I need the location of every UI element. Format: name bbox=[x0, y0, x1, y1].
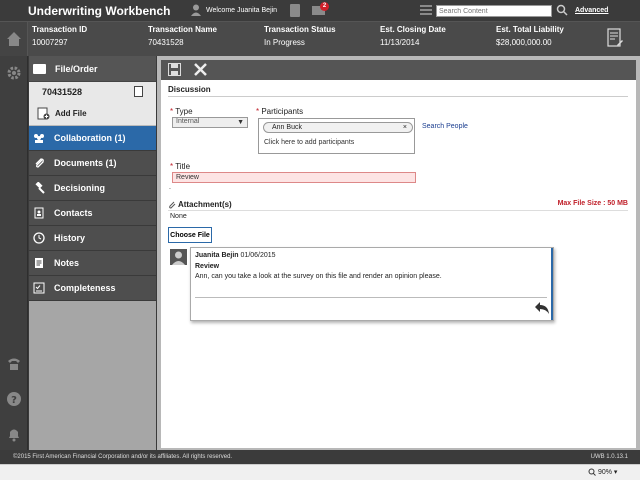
est-total-liability: Est. Total Liability $28,000,000.00 bbox=[496, 25, 564, 47]
list-icon[interactable] bbox=[420, 5, 432, 15]
folder-icon bbox=[33, 64, 46, 74]
welcome-text: Welcome Juanita Bejin bbox=[206, 7, 278, 14]
max-file-size: Max File Size : 50 MB bbox=[557, 200, 628, 207]
sidebar-item-documents[interactable]: Documents (1) bbox=[29, 151, 156, 176]
checklist-icon bbox=[33, 282, 45, 294]
advanced-search-link[interactable]: Advanced bbox=[575, 7, 608, 14]
add-file-icon bbox=[37, 107, 50, 120]
paperclip-icon bbox=[35, 158, 44, 168]
clock-icon bbox=[33, 232, 45, 244]
chevron-down-icon: ▼ bbox=[237, 119, 244, 126]
gavel-icon bbox=[35, 182, 45, 194]
file-order-header[interactable]: File/Order bbox=[29, 56, 156, 82]
sidebar-item-decisioning[interactable]: Decisioning bbox=[29, 176, 156, 201]
contacts-icon bbox=[34, 207, 44, 219]
card-scrollbar[interactable] bbox=[551, 248, 553, 320]
version: UWB 1.0.13.1 bbox=[590, 454, 628, 460]
comment-card: Juanita Bejin 01/06/2015 Review Ann, can… bbox=[190, 247, 554, 321]
transaction-name: Transaction Name 70431528 bbox=[148, 25, 217, 47]
est-closing-date: Est. Closing Date 11/13/2014 bbox=[380, 25, 446, 47]
left-rail: ? bbox=[0, 56, 28, 450]
reply-icon[interactable] bbox=[534, 301, 550, 315]
app-title: Underwriting Workbench bbox=[28, 4, 171, 18]
transaction-id: Transaction ID 10007297 bbox=[32, 25, 88, 47]
discussion-panel: Discussion * Type Internal ▼ * Participa… bbox=[161, 60, 636, 448]
user-icon bbox=[191, 4, 201, 16]
sidebar-item-completeness[interactable]: Completeness bbox=[29, 276, 156, 301]
browser-status-bar: 90% ▾ bbox=[0, 464, 640, 480]
phone-icon[interactable] bbox=[6, 356, 22, 372]
document-edit-icon[interactable] bbox=[607, 28, 623, 48]
search-people-link[interactable]: Search People bbox=[422, 123, 468, 130]
avatar bbox=[170, 249, 187, 265]
divider bbox=[195, 297, 547, 298]
add-file-button[interactable]: Add File bbox=[29, 102, 156, 126]
transaction-status: Transaction Status In Progress bbox=[264, 25, 336, 47]
participant-chip[interactable]: Ann Buck × bbox=[263, 122, 413, 133]
sidebar-item-contacts[interactable]: Contacts bbox=[29, 201, 156, 226]
comment-body: Ann, can you take a look at the survey o… bbox=[195, 273, 442, 280]
participants-field[interactable]: Ann Buck × Click here to add participant… bbox=[258, 118, 415, 154]
notes-icon bbox=[35, 258, 43, 268]
main-content: Discussion * Type Internal ▼ * Participa… bbox=[157, 56, 640, 450]
attachments-none: None bbox=[170, 213, 187, 220]
comment-subject: Review bbox=[195, 263, 220, 270]
collaboration-icon bbox=[34, 134, 44, 143]
divider bbox=[168, 96, 628, 97]
close-icon[interactable] bbox=[194, 63, 207, 76]
stray-dot: . bbox=[169, 184, 171, 191]
comment-author: Juanita Bejin 01/06/2015 bbox=[195, 252, 276, 259]
remove-participant-icon[interactable]: × bbox=[403, 123, 407, 133]
add-participants-input[interactable]: Click here to add participants bbox=[264, 139, 354, 146]
svg-text:?: ? bbox=[11, 395, 17, 406]
search-input[interactable] bbox=[436, 5, 552, 17]
transaction-bar: Transaction ID 10007297 Transaction Name… bbox=[0, 22, 640, 56]
zoom-control[interactable]: 90% ▾ bbox=[588, 468, 617, 477]
sidebar-item-history[interactable]: History bbox=[29, 226, 156, 251]
sidebar-item-notes[interactable]: Notes bbox=[29, 251, 156, 276]
divider bbox=[168, 210, 628, 211]
help-icon[interactable]: ? bbox=[6, 391, 22, 407]
gear-icon[interactable] bbox=[6, 65, 22, 81]
order-number: 70431528 bbox=[29, 82, 156, 102]
participants-label: * Participants bbox=[256, 107, 304, 116]
discussion-title: Discussion bbox=[168, 85, 211, 94]
sidebar-item-collaboration[interactable]: Collaboration (1) bbox=[29, 126, 156, 151]
panel-toolbar bbox=[161, 60, 636, 80]
mail-badge: 2 bbox=[320, 2, 329, 11]
search-icon[interactable] bbox=[556, 4, 568, 16]
type-select[interactable]: Internal ▼ bbox=[172, 117, 248, 128]
copyright: ©2015 First American Financial Corporati… bbox=[13, 454, 233, 460]
zoom-icon bbox=[588, 468, 596, 477]
home-button[interactable] bbox=[0, 22, 28, 56]
home-icon bbox=[7, 32, 21, 46]
top-bar: Underwriting Workbench Welcome Juanita B… bbox=[0, 0, 640, 22]
title-input[interactable] bbox=[172, 172, 416, 183]
attachments-label: Attachment(s) bbox=[168, 200, 232, 209]
footer: ©2015 First American Financial Corporati… bbox=[0, 450, 640, 464]
bookmark-icon[interactable] bbox=[290, 4, 300, 17]
choose-file-button[interactable]: Choose File bbox=[168, 227, 212, 243]
type-label: * Type bbox=[170, 107, 193, 116]
pdf-icon[interactable] bbox=[134, 86, 143, 97]
save-icon[interactable] bbox=[168, 63, 181, 76]
sidebar: File/Order 70431528 Add File Collaborati… bbox=[29, 56, 156, 450]
paperclip-icon bbox=[169, 201, 176, 209]
bell-icon[interactable] bbox=[6, 426, 22, 442]
title-label: * Title bbox=[170, 162, 191, 171]
